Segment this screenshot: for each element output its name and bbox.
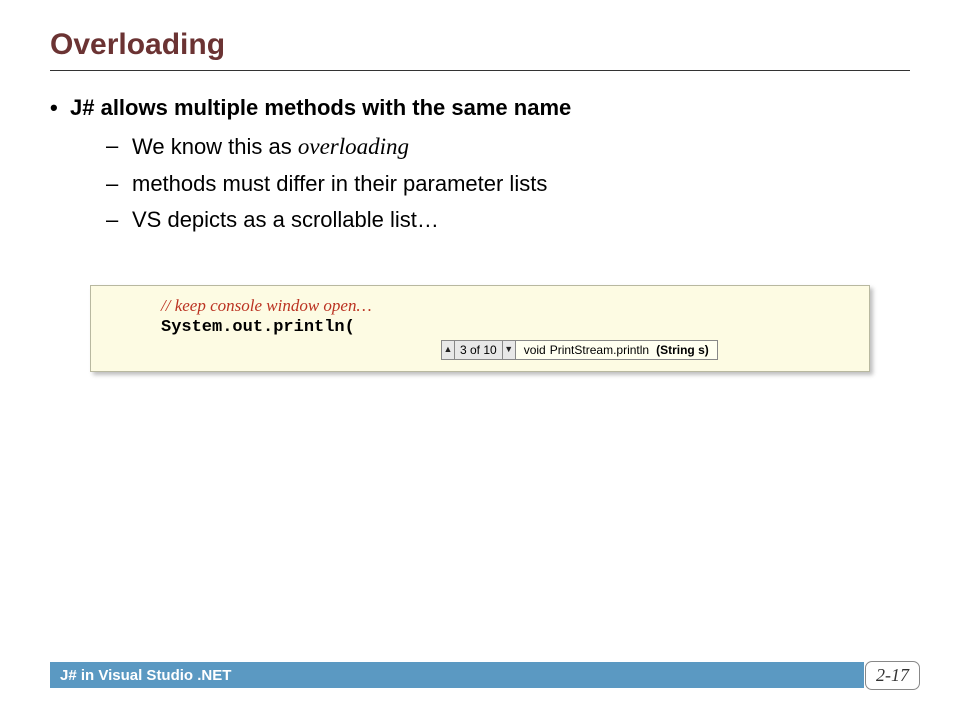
dash-icon: – [106,167,122,201]
bullet-sub-text: VS depicts as a scrollable list… [132,203,439,237]
overload-next-button[interactable]: ▼ [502,340,516,360]
code-comment: // keep console window open… [161,296,855,316]
bullet-sub-text: We know this as overloading [132,129,409,165]
overload-position: 3 of 10 [455,340,502,360]
slide: Overloading • J# allows multiple methods… [0,0,960,720]
sig-return-type: void [524,343,546,357]
bullet-sub: – We know this as overloading [106,129,910,165]
sig-method: PrintStream.println [550,343,649,357]
sig-param: (String s) [656,343,709,357]
code-box: // keep console window open… System.out.… [90,285,870,372]
bullet-sub: – methods must differ in their parameter… [106,167,910,201]
dash-icon: – [106,129,122,165]
bullet-sub-prefix: We know this as [132,134,298,159]
bullet-main-text: J# allows multiple methods with the same… [70,91,571,125]
dash-icon: – [106,203,122,237]
bullet-sub-text: methods must differ in their parameter l… [132,167,547,201]
bullet-main: • J# allows multiple methods with the sa… [50,91,910,125]
slide-title: Overloading [50,28,910,62]
slide-footer: J# in Visual Studio .NET 2-17 [50,662,920,688]
bullet-sub: – VS depicts as a scrollable list… [106,203,910,237]
up-arrow-icon: ▲ [444,345,453,354]
overload-spinner: ▲ 3 of 10 ▼ [441,340,516,360]
bullet-dot-icon: • [50,91,64,125]
down-arrow-icon: ▼ [504,345,513,354]
overload-prev-button[interactable]: ▲ [441,340,455,360]
bullet-list: • J# allows multiple methods with the sa… [50,91,910,237]
overload-signature: void PrintStream.println (String s) [516,340,718,360]
code-line: System.out.println( [161,318,855,337]
page-number-badge: 2-17 [865,661,920,690]
footer-label: J# in Visual Studio .NET [50,662,864,688]
bullet-sub-italic: overloading [298,134,409,159]
title-divider [50,70,910,71]
code-sample-container: // keep console window open… System.out.… [90,285,870,372]
intellisense-tooltip: ▲ 3 of 10 ▼ void PrintStream.println (St… [441,340,718,360]
